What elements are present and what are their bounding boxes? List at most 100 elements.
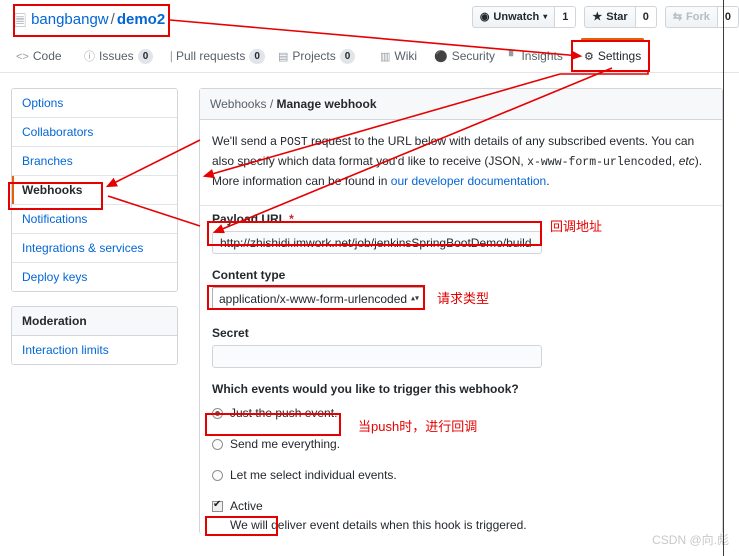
desc-part-3: , [672,154,679,168]
tab-code[interactable]: <> Code [10,40,68,72]
git-pull-request-icon: ⎹ [161,51,172,63]
fork-button[interactable]: ⇆ Fork [664,6,717,28]
annotation-text-callback-address: 回调地址 [550,219,603,234]
star-button[interactable]: ★ Star [584,6,635,28]
tab-wiki-label: Wiki [394,49,418,63]
repo-separator: / [110,11,115,28]
select-updown-icon: ▴▾ [410,293,419,303]
tab-wiki[interactable]: ▥ Wiki [374,40,423,72]
main-content: Webhooks / Manage webhook We'll send a P… [199,88,723,548]
tab-insights-label: Insights [521,49,563,63]
payload-url-label: Payload URL * [212,212,710,226]
radio-send-everything-label: Send me everything. [230,437,341,451]
tab-pull-requests-label: Pull requests [176,49,246,63]
repo-nav-tabs: <> Code ⓘ Issues 0 ⎹ Pull requests 0 ▤ Project… [0,38,739,73]
annotation-text-push-callback: 当push时，进行回调 [358,419,478,434]
star-button-group: ★ Star 0 [584,6,657,28]
breadcrumb-separator: / [266,97,277,111]
watch-count[interactable]: 1 [554,6,577,28]
content-type-label: Content type [212,268,286,282]
developer-documentation-link[interactable]: our developer documentation [391,174,546,188]
secret-field: Secret [212,326,710,368]
sidebar-item-integrations[interactable]: Integrations & services [12,234,177,263]
shield-icon: ⚫ [434,51,448,63]
settings-sidebar: Options Collaborators Branches Webhooks … [11,88,178,365]
webhook-form: Payload URL * http://zhishidi.imwork.net… [200,205,722,534]
chevron-down-icon: ▾ [543,12,548,21]
sidebar-item-interaction-limits[interactable]: Interaction limits [12,336,177,364]
tab-issues-count: 0 [137,49,154,64]
breadcrumb-current: Manage webhook [276,97,377,111]
payload-url-field: Payload URL * http://zhishidi.imwork.net… [212,212,710,254]
tab-issues[interactable]: ⓘ Issues 0 [78,40,159,72]
star-icon: ★ [592,11,603,23]
tab-settings-label: Settings [597,49,642,63]
checkbox-icon-checked [212,499,223,512]
header-actions: ◉ Unwatch ▾ 1 ★ Star 0 ⇆ Fork 0 [464,6,739,28]
active-field: Active We will deliver event details whe… [212,499,710,534]
radio-select-individual[interactable]: Let me select individual events. [212,468,710,482]
desc-part-1: We'll send a [212,134,281,148]
repo-header: 🗏 bangbangw / demo2 ◉ Unwatch ▾ 1 ★ Star 0 [0,0,739,40]
star-count[interactable]: 0 [634,6,657,28]
eye-icon: ◉ [479,11,490,23]
manage-webhook-box: Webhooks / Manage webhook We'll send a P… [199,88,723,534]
star-label: Star [606,11,628,23]
code-icon: <> [16,51,29,63]
moderation-heading: Moderation [12,307,177,336]
watermark: CSDN @向.彪 [652,533,729,547]
repo-icon: 🗏 [14,13,27,30]
unwatch-label: Unwatch [493,11,540,23]
webhook-description: We'll send a POST request to the URL bel… [212,132,710,191]
radio-icon-checked [212,408,223,419]
desc-post-method: POST [280,136,308,149]
webhook-description-area: We'll send a POST request to the URL bel… [200,120,722,205]
tab-projects[interactable]: ▤ Projects 0 [272,40,361,72]
tab-pull-requests-count: 0 [249,49,265,64]
repo-owner-link[interactable]: bangbangw [31,11,109,28]
content-type-select[interactable]: application/x-www-form-urlencoded [212,287,425,309]
project-icon: ▤ [278,51,289,63]
radio-send-everything[interactable]: Send me everything. [212,437,710,451]
payload-url-label-text: Payload URL [212,212,286,226]
desc-etc: etc [678,154,695,168]
tab-insights[interactable]: ▘ Insights [503,40,569,72]
unwatch-button[interactable]: ◉ Unwatch ▾ [471,6,555,28]
repo-title: 🗏 bangbangw / demo2 [14,10,165,32]
fork-icon: ⇆ [672,11,683,23]
tab-projects-label: Projects [292,49,336,63]
graph-icon: ▘ [509,51,518,63]
book-icon: ▥ [380,51,391,63]
active-label: Active [230,499,263,513]
sidebar-item-deploy-keys[interactable]: Deploy keys [12,263,177,291]
desc-part-5: . [546,174,550,188]
active-checkbox-row[interactable]: Active [212,499,710,513]
payload-url-input[interactable]: http://zhishidi.imwork.net/job/jenkinsSp… [212,231,542,254]
sidebar-item-notifications[interactable]: Notifications [12,205,177,234]
tab-projects-count: 0 [339,49,356,64]
tab-settings[interactable]: ⚙ Settings [578,38,647,72]
tab-pull-requests[interactable]: ⎹ Pull requests 0 [155,40,271,72]
page-right-edge [723,0,724,556]
github-webhook-settings-page: 🗏 bangbangw / demo2 ◉ Unwatch ▾ 1 ★ Star 0 [0,0,739,556]
breadcrumb-parent[interactable]: Webhooks [210,97,266,111]
moderation-menu: Moderation Interaction limits [11,306,178,365]
fork-button-group: ⇆ Fork 0 [664,6,739,28]
fork-label: Fork [686,11,710,23]
radio-just-push-event-label: Just the push event. [230,406,338,420]
sidebar-item-branches[interactable]: Branches [12,147,177,176]
tab-security[interactable]: ⚫ Security [428,40,501,72]
secret-label: Secret [212,326,249,340]
breadcrumb: Webhooks / Manage webhook [200,89,722,120]
sidebar-item-collaborators[interactable]: Collaborators [12,118,177,147]
watch-button-group: ◉ Unwatch ▾ 1 [471,6,577,28]
radio-select-individual-label: Let me select individual events. [230,468,397,482]
repo-name-link[interactable]: demo2 [117,11,165,28]
sidebar-item-webhooks[interactable]: Webhooks [12,176,177,205]
secret-input[interactable] [212,345,542,368]
sidebar-item-options[interactable]: Options [12,89,177,118]
tab-security-label: Security [451,49,496,63]
radio-icon [212,439,223,450]
tab-issues-label: Issues [99,49,134,63]
fork-count[interactable]: 0 [716,6,739,28]
